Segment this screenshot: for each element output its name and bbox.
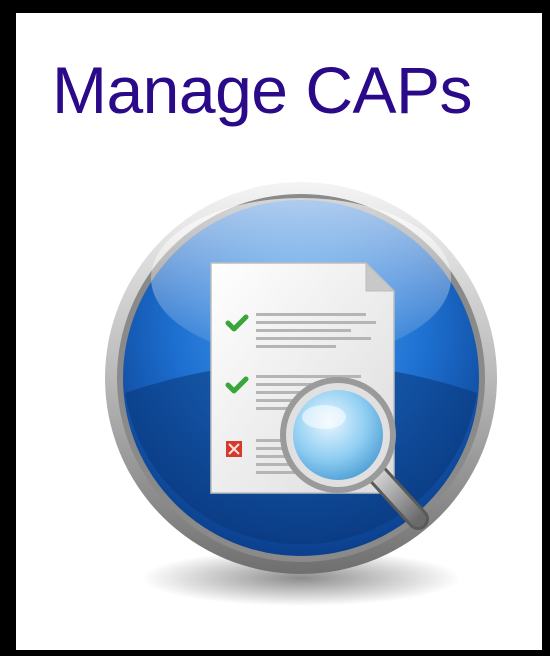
document-search-icon bbox=[105, 182, 497, 606]
manage-caps-tile[interactable]: Manage CAPs bbox=[0, 0, 550, 656]
tile-title: Manage CAPs bbox=[52, 53, 473, 127]
